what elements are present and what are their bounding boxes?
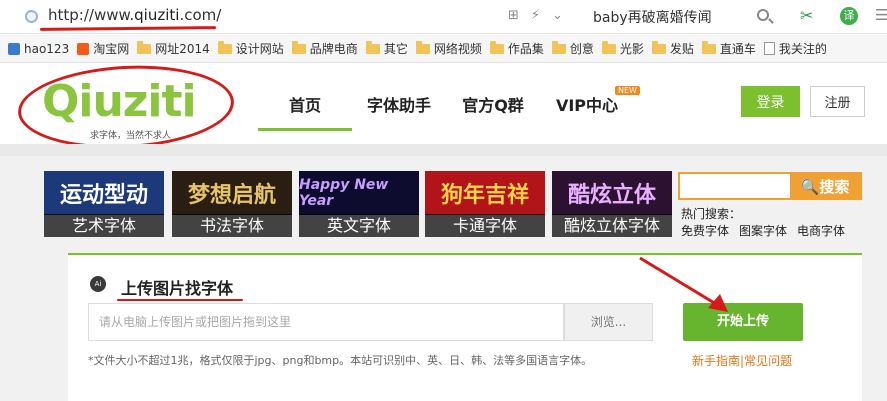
hao123-icon <box>8 42 20 55</box>
page-icon <box>763 42 775 55</box>
folder-icon <box>415 40 430 54</box>
login-button[interactable]: 登录 <box>741 86 800 117</box>
bookmark-item[interactable]: 直通车 <box>701 40 756 57</box>
tile-art: 运动型动 <box>44 171 164 215</box>
chevron-down-icon[interactable]: ⌄ <box>552 8 563 23</box>
folder-icon <box>489 40 504 54</box>
tile-art: 狗年吉祥 <box>425 171 545 215</box>
nav-font-assistant[interactable]: 字体助手 <box>352 92 446 131</box>
help-links: 新手指南|常见问题 <box>692 352 792 369</box>
url-suffix: .com/ <box>179 6 222 24</box>
tile-label: 英文字体 <box>299 214 419 237</box>
bookmark-label: 发贴 <box>669 42 694 56</box>
bookmark-label: 网络视频 <box>433 42 482 56</box>
faq-link[interactable]: 常见问题 <box>744 354 792 368</box>
bookmark-label: 网址2014 <box>155 42 210 56</box>
hot-search-links: 免费字体 图案字体 电商字体 <box>681 222 845 239</box>
bookmark-label: 直通车 <box>719 42 756 56</box>
more-icon[interactable]: ☰ <box>875 6 887 24</box>
url-text[interactable]: http://www.qiuziti.com/ <box>48 6 221 24</box>
bookmark-label: 淘宝网 <box>93 42 130 56</box>
register-button[interactable]: 注册 <box>810 86 865 117</box>
folder-icon <box>551 40 566 54</box>
tile-label: 书法字体 <box>172 214 292 237</box>
tile-art: 酷炫立体 <box>552 171 672 215</box>
nav-vip-center[interactable]: VIP中心 <box>540 92 634 131</box>
folder-icon <box>601 40 616 54</box>
site-search-input[interactable] <box>680 174 792 198</box>
tile-label: 卡通字体 <box>425 214 545 237</box>
qr-icon[interactable]: ⊞ <box>508 8 519 23</box>
address-tools: ⊞ ⚡ ⌄ <box>508 8 563 23</box>
category-tile-3d[interactable]: 酷炫立体 酷炫立体字体 <box>552 171 672 237</box>
lightning-icon[interactable]: ⚡ <box>531 8 540 23</box>
bookmark-item[interactable]: 作品集 <box>489 40 544 57</box>
category-tile-english[interactable]: Happy New Year 英文字体 <box>299 171 419 237</box>
bookmark-item[interactable]: 设计网站 <box>217 40 284 57</box>
bookmark-label: 其它 <box>383 42 408 56</box>
category-tile-cartoon[interactable]: 狗年吉祥 卡通字体 <box>425 171 545 237</box>
upload-title: 上传图片找字体 <box>121 279 234 298</box>
bookmark-bar: hao123 淘宝网 网址2014 设计网站 品牌电商 其它 网络视频 作品集 创意 光影 发贴 直通… <box>0 35 887 63</box>
upload-note: *文件大小不超过1兆，格式仅限于jpg、png和bmp。本站可识别中、英、日、韩… <box>88 354 593 367</box>
upload-file-input[interactable]: 请从电脑上传图片或把图片拖到这里 <box>88 303 564 341</box>
hot-link[interactable]: 免费字体 <box>681 222 729 239</box>
scissors-icon[interactable]: ✂ <box>800 6 813 25</box>
bookmark-item[interactable]: 网络视频 <box>415 40 482 57</box>
search-icon: 🔍 <box>800 177 820 196</box>
bookmark-item[interactable]: 光影 <box>601 40 644 57</box>
bookmark-item[interactable]: hao123 <box>8 42 69 56</box>
bookmark-item[interactable]: 淘宝网 <box>77 40 129 57</box>
bookmark-item[interactable]: 创意 <box>551 40 594 57</box>
bookmark-label: 光影 <box>619 42 644 56</box>
category-tile-calligraphy[interactable]: 梦想启航 书法字体 <box>172 171 292 237</box>
address-bar: http://www.qiuziti.com/ ⊞ ⚡ ⌄ baby再破离婚传闻… <box>0 0 887 34</box>
browser-search-text[interactable]: baby再破离婚传闻 <box>593 7 712 27</box>
red-underline-annotation <box>117 299 243 301</box>
hot-search-label: 热门搜索： <box>681 207 742 221</box>
folder-icon <box>217 40 232 54</box>
new-badge: NEW <box>615 86 640 95</box>
bookmark-label: 我关注的 <box>778 42 827 56</box>
tile-label: 艺术字体 <box>44 214 164 237</box>
folder-icon <box>291 40 306 54</box>
translate-icon[interactable]: 译 <box>840 7 858 25</box>
bookmark-label: hao123 <box>24 41 70 56</box>
search-icon[interactable] <box>757 9 769 21</box>
taobao-icon <box>77 42 90 55</box>
tile-label: 酷炫立体字体 <box>552 214 672 237</box>
hot-link[interactable]: 电商字体 <box>797 222 845 239</box>
red-arrow-annotation <box>639 256 728 312</box>
header-divider <box>0 144 887 156</box>
bookmark-item[interactable]: 品牌电商 <box>291 40 358 57</box>
site-search-button[interactable]: 🔍搜索 <box>790 174 860 198</box>
folder-icon <box>651 40 666 54</box>
search-button-label: 搜索 <box>819 177 850 196</box>
bookmark-item[interactable]: 发贴 <box>651 40 694 57</box>
bookmark-item[interactable]: 我关注的 <box>763 40 827 57</box>
tile-art: Happy New Year <box>299 171 419 215</box>
url-domain: qiuziti <box>134 6 180 24</box>
bookmark-label: 创意 <box>569 42 594 56</box>
bookmark-label: 设计网站 <box>235 42 284 56</box>
bookmark-item[interactable]: 网址2014 <box>137 40 210 57</box>
site-info-icon[interactable] <box>25 10 38 23</box>
nav-qq-group[interactable]: 官方Q群 <box>446 92 540 131</box>
url-prefix: http://www. <box>48 6 135 24</box>
ai-icon: Ai <box>90 276 106 292</box>
site-search: 🔍搜索 <box>678 172 862 200</box>
folder-icon <box>701 40 716 54</box>
bookmark-label: 品牌电商 <box>309 42 358 56</box>
bookmark-item[interactable]: 其它 <box>365 40 408 57</box>
beginner-guide-link[interactable]: 新手指南 <box>692 354 740 368</box>
bookmark-label: 作品集 <box>507 42 544 56</box>
main-nav: 首页 字体助手 官方Q群 VIP中心 NEW <box>258 86 640 131</box>
hot-link[interactable]: 图案字体 <box>739 222 787 239</box>
red-underline-annotation <box>39 26 217 31</box>
category-tile-art[interactable]: 运动型动 艺术字体 <box>44 171 164 237</box>
tile-art: 梦想启航 <box>172 171 292 215</box>
folder-icon <box>137 40 152 54</box>
nav-home[interactable]: 首页 <box>258 92 352 131</box>
folder-icon <box>365 40 380 54</box>
